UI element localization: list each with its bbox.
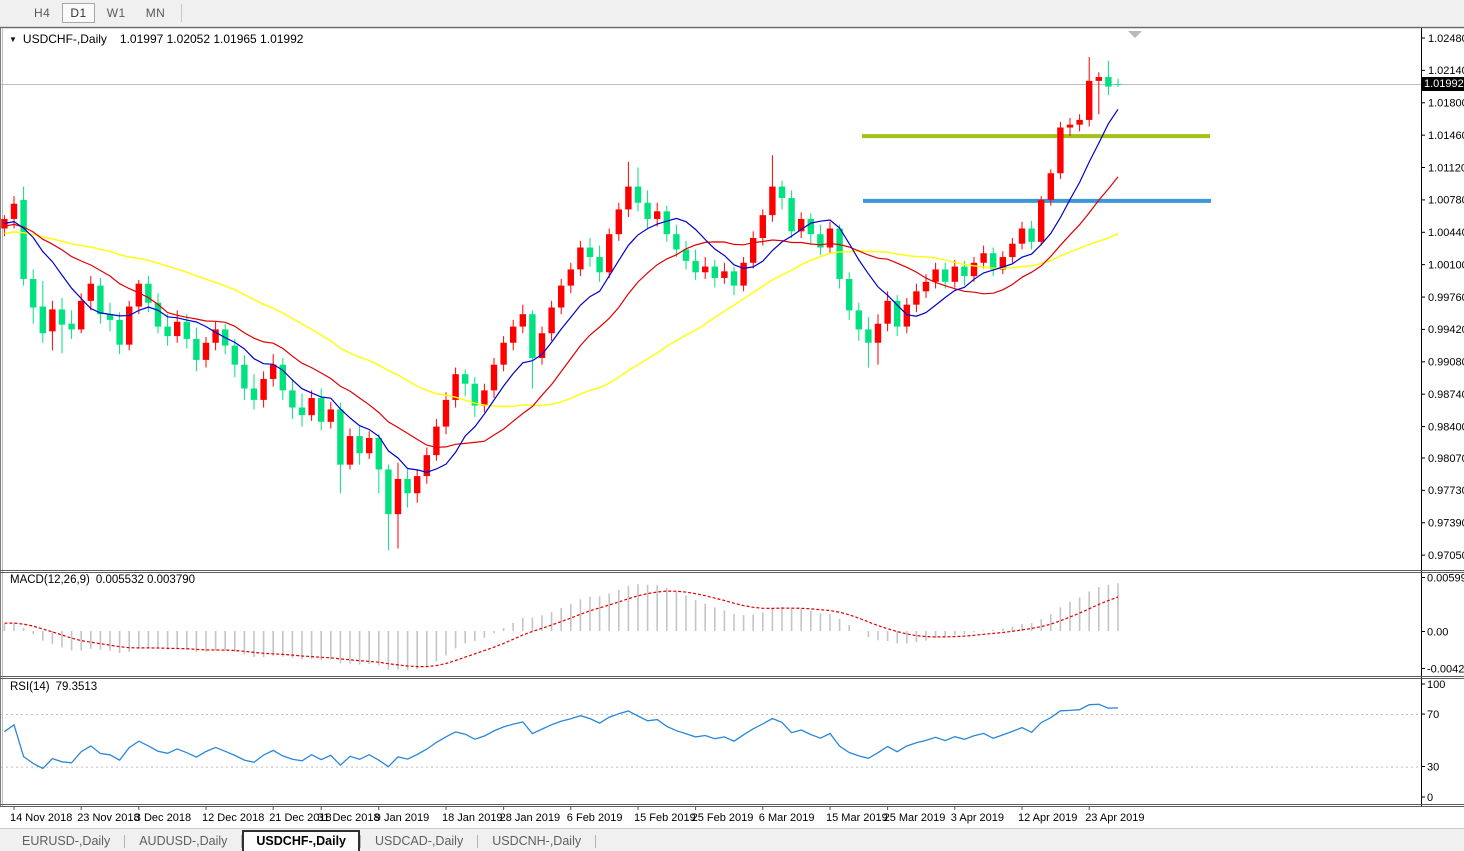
svg-text:25 Mar 2019: 25 Mar 2019	[884, 812, 946, 824]
toolbar-divider	[181, 4, 183, 22]
chart-canvas[interactable]: 1.02480 1.02140 1.01800 1.01460 1.01120 1.007…	[0, 0, 1464, 851]
svg-text:18 Jan 2019: 18 Jan 2019	[442, 812, 503, 824]
svg-text:0.99420: 0.99420	[1428, 324, 1464, 336]
timeframe-toolbar: H4 D1 W1 MN	[0, 0, 1464, 27]
svg-text:1.00440: 1.00440	[1428, 227, 1464, 239]
tab-usdchf-daily[interactable]: USDCHF-,Daily	[242, 830, 360, 851]
tab-usdcnh-daily[interactable]: USDCNH-,Daily	[478, 832, 595, 851]
svg-text:0.99760: 0.99760	[1428, 292, 1464, 304]
macd-indicator-label: MACD(12,26,9) 0.005532 0.003790	[10, 574, 195, 586]
svg-text:23 Apr 2019: 23 Apr 2019	[1085, 812, 1144, 824]
tab-usdcad-daily[interactable]: USDCAD-,Daily	[361, 832, 477, 851]
rsi-value: 79.3513	[55, 681, 98, 693]
svg-text:1.02140: 1.02140	[1428, 65, 1464, 77]
rsi-indicator-label: RSI(14) 79.3513	[10, 681, 97, 693]
svg-text:0.97390: 0.97390	[1428, 518, 1464, 530]
timeframe-button-h4[interactable]: H4	[26, 3, 58, 23]
macd-values: 0.005532 0.003790	[95, 574, 196, 586]
svg-text:0.97730: 0.97730	[1428, 485, 1464, 497]
rsi-pane	[1, 714, 1421, 768]
svg-text:0.97050: 0.97050	[1428, 550, 1464, 562]
svg-text:6 Mar 2019: 6 Mar 2019	[759, 812, 815, 824]
svg-text:9 Jan 2019: 9 Jan 2019	[375, 812, 429, 824]
svg-text:1.01120: 1.01120	[1428, 162, 1464, 174]
chart-shift-marker-icon[interactable]	[1128, 31, 1142, 38]
rsi-axis[interactable]: 100 70 30 0	[1421, 679, 1445, 804]
timeframe-button-mn[interactable]: MN	[138, 3, 174, 23]
chart-title: USDCHF-,Daily	[22, 32, 107, 46]
svg-text:30: 30	[1427, 761, 1439, 773]
svg-text:3 Dec 2018: 3 Dec 2018	[135, 812, 191, 824]
candles-layer	[1, 57, 1122, 551]
svg-text:12 Apr 2019: 12 Apr 2019	[1018, 812, 1077, 824]
collapse-arrow-icon[interactable]: ▼	[9, 35, 17, 44]
tab-eurusd-daily[interactable]: EURUSD-,Daily	[8, 832, 124, 851]
svg-text:1.01460: 1.01460	[1428, 130, 1464, 142]
macd-histogram	[3, 583, 1119, 671]
svg-text:15 Mar 2019: 15 Mar 2019	[826, 812, 888, 824]
price-axis[interactable]: 1.02480 1.02140 1.01800 1.01460 1.01120 1.007…	[1421, 33, 1464, 562]
svg-text:1.00100: 1.00100	[1428, 259, 1464, 271]
svg-text:0: 0	[1427, 792, 1433, 804]
svg-text:1.00780: 1.00780	[1428, 195, 1464, 207]
svg-text:14 Nov 2018: 14 Nov 2018	[10, 812, 72, 824]
svg-text:28 Jan 2019: 28 Jan 2019	[500, 812, 561, 824]
svg-text:0.98070: 0.98070	[1428, 453, 1464, 465]
symbol-tab-bar: EURUSD-,Daily AUDUSD-,Daily USDCHF-,Daily U…	[0, 828, 1464, 851]
chart-title-row: ▼ USDCHF-,Daily 1.01997 1.02052 1.01965 …	[9, 32, 303, 46]
svg-text:70: 70	[1427, 709, 1439, 721]
tab-divider	[595, 835, 597, 848]
tab-audusd-daily[interactable]: AUDUSD-,Daily	[125, 832, 241, 851]
rsi-name: RSI(14)	[10, 681, 50, 693]
svg-text:0.98400: 0.98400	[1428, 421, 1464, 433]
ohlc-values: 1.01997 1.02052 1.01965 1.01992	[119, 32, 304, 46]
ma-slow-line	[4, 231, 1119, 408]
terminal-window: 1.02480 1.02140 1.01800 1.01460 1.01120 1.007…	[0, 0, 1464, 851]
svg-text:25 Feb 2019: 25 Feb 2019	[692, 812, 754, 824]
svg-text:0.99080: 0.99080	[1428, 357, 1464, 369]
macd-name: MACD(12,26,9)	[10, 574, 90, 586]
svg-text:100: 100	[1427, 679, 1445, 691]
svg-text:0.005997: 0.005997	[1427, 572, 1464, 584]
svg-text:31 Dec 2018: 31 Dec 2018	[317, 812, 379, 824]
svg-text:6 Feb 2019: 6 Feb 2019	[567, 812, 623, 824]
svg-text:3 Apr 2019: 3 Apr 2019	[951, 812, 1004, 824]
rsi-line	[4, 703, 1119, 770]
current-price-tag: 1.01992	[1421, 77, 1464, 91]
svg-text:0.00: 0.00	[1427, 626, 1448, 638]
svg-text:1.02480: 1.02480	[1428, 33, 1464, 45]
svg-text:-0.004244: -0.004244	[1427, 663, 1464, 675]
timeframe-button-w1[interactable]: W1	[99, 3, 134, 23]
svg-text:0.98740: 0.98740	[1428, 389, 1464, 401]
macd-axis[interactable]: 0.005997 0.00 -0.004244	[1421, 572, 1464, 675]
window-borders	[0, 26, 1464, 807]
svg-text:23 Nov 2018: 23 Nov 2018	[77, 812, 139, 824]
timeframe-button-d1[interactable]: D1	[62, 3, 95, 23]
svg-text:1.01800: 1.01800	[1428, 98, 1464, 110]
date-axis[interactable]: 14 Nov 2018 23 Nov 20183 Dec 2018 12 Dec 2…	[10, 806, 1145, 825]
svg-text:12 Dec 2018: 12 Dec 2018	[202, 812, 264, 824]
svg-text:15 Feb 2019: 15 Feb 2019	[634, 812, 696, 824]
